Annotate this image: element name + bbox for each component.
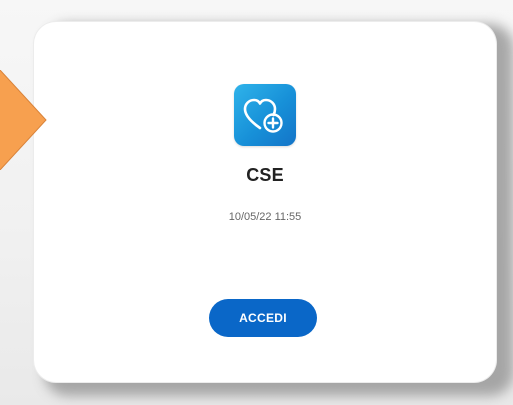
last-access-timestamp: 10/05/22 11:55 bbox=[228, 211, 302, 223]
access-button[interactable]: ACCEDI bbox=[209, 299, 317, 337]
service-card: CSE 10/05/22 11:55 ACCEDI bbox=[34, 22, 496, 382]
pointer-arrow-icon bbox=[0, 70, 47, 170]
heart-plus-icon bbox=[234, 84, 296, 146]
app-name: CSE bbox=[246, 165, 284, 185]
